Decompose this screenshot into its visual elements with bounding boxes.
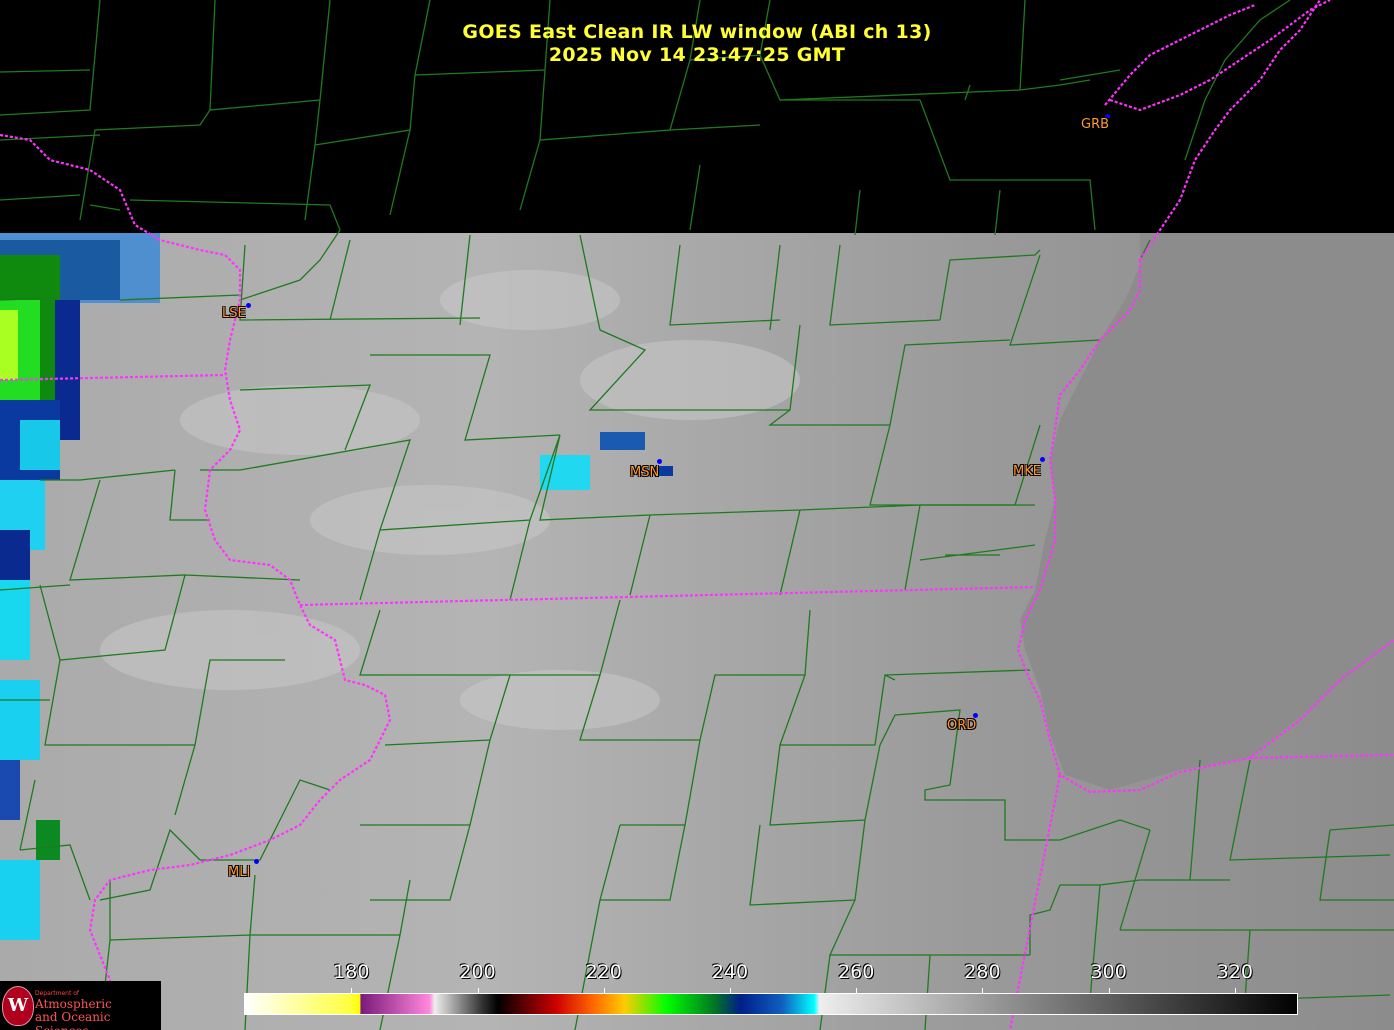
uw-seal-icon: W [2,986,34,1026]
image-title: GOES East Clean IR LW window (ABI ch 13) [462,21,932,43]
station-label-grb: GRB [1081,117,1110,132]
image-timestamp: 2025 Nov 14 23:47:25 GMT [548,44,846,66]
colorbar-tick-label: 320 [1216,961,1253,983]
station-label-mke: MKE [1013,464,1041,479]
colorbar-tick-mark [982,988,984,994]
colorbar-tick-mark [1108,988,1110,994]
colorbar-tick-mark [856,988,858,994]
logo-line-2: and Oceanic Sciences [35,1010,111,1030]
logo-line-1: Atmospheric [35,997,112,1011]
station-label-ord: ORD [947,718,977,733]
satellite-image-viewer: GOES East Clean IR LW window (ABI ch 13)… [0,0,1394,1030]
station-dot-msn [657,459,662,464]
colorbar-tick-mark [477,988,479,994]
station-label-mli: MLI [228,865,251,880]
station-dot-mli [254,859,259,864]
colorbar-tick-label: 240 [711,961,749,983]
colorbar-tick-label: 180 [333,961,370,983]
ir-satellite-map [0,0,1394,1030]
colorbar-tick-label: 200 [459,961,496,983]
station-label-lse: LSE [222,306,246,321]
logo-department: Department of [35,990,79,997]
colorbar-tick-label: 220 [585,961,622,983]
colorbar-tick-label: 300 [1090,961,1127,983]
colorbar-tick-label: 280 [964,961,1001,983]
station-dot-mke [1040,457,1045,462]
colorbar-tick-label: 260 [838,961,875,983]
colorbar-tick-mark [729,988,731,994]
aos-logo: W Department of Atmospheric and Oceanic … [0,981,161,1030]
temperature-colorbar [244,993,1298,1015]
colorbar-tick-mark [1234,988,1236,994]
station-dot-lse [246,303,251,308]
colorbar-tick-mark [351,988,353,994]
station-label-msn: MSN [630,465,660,480]
colorbar-tick-mark [603,988,605,994]
